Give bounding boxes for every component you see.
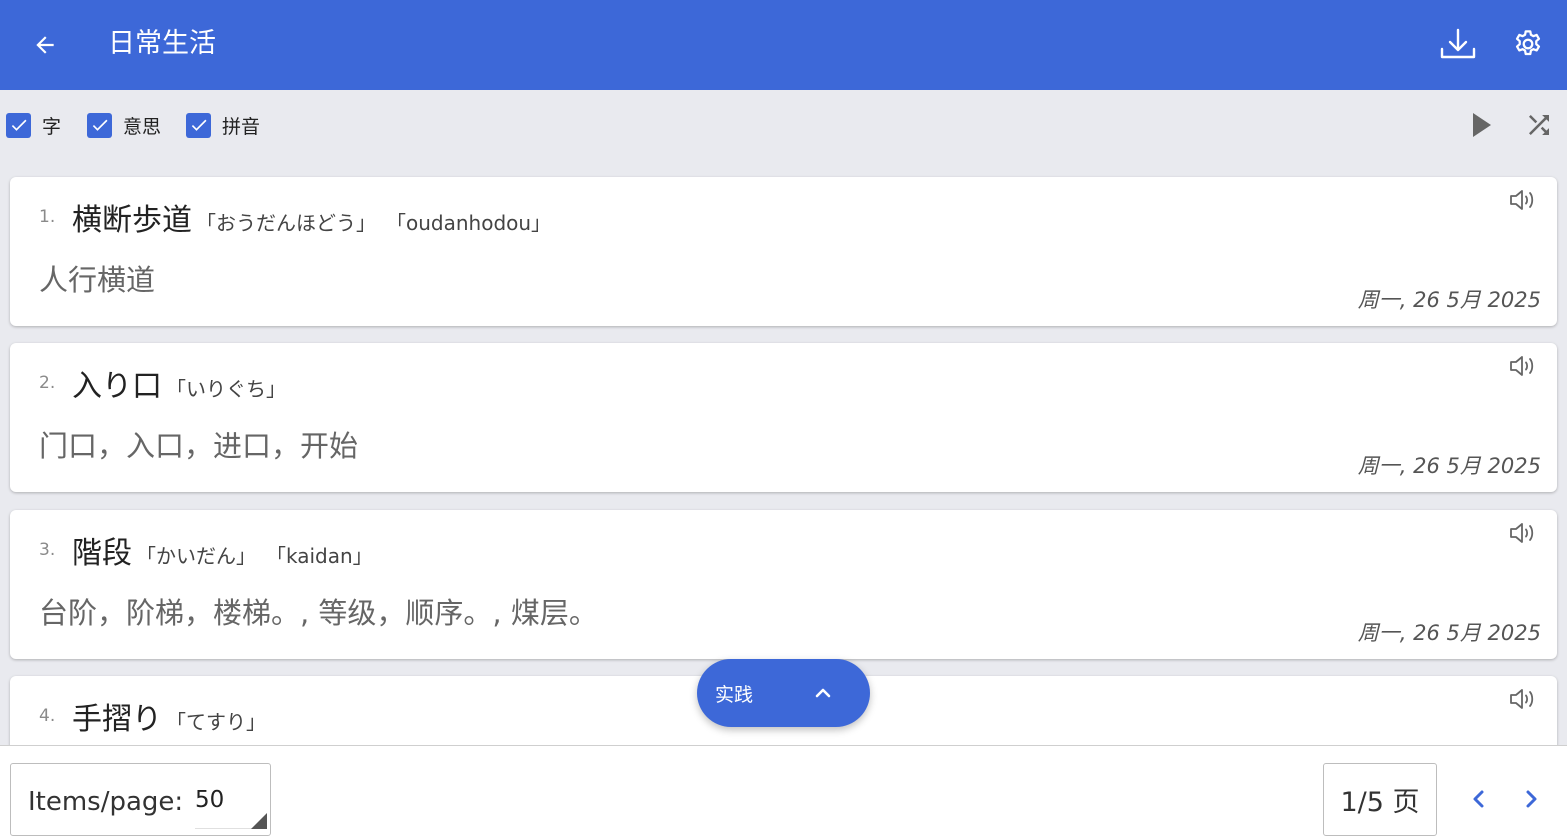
- card-word: 入り口: [72, 369, 162, 404]
- checkbox-label: 意思: [123, 115, 162, 138]
- card-heading: 横断歩道 「おうだんほどう」 「oudanhodou」: [72, 195, 551, 239]
- card-word: 階段: [72, 536, 132, 571]
- card-romaji: 「oudanhodou」: [386, 211, 552, 235]
- items-per-page-input[interactable]: 50: [195, 787, 267, 829]
- card-heading: 階段 「かいだん」 「kaidan」: [72, 528, 373, 572]
- speaker-button[interactable]: [1507, 520, 1539, 546]
- items-per-page-label: Items/page:: [28, 787, 184, 817]
- speaker-icon: [1510, 356, 1534, 376]
- play-icon: [1473, 113, 1491, 137]
- card-date: 周一, 26 5月 2025: [1357, 454, 1541, 478]
- card-meaning: 人行横道: [39, 263, 156, 297]
- chevron-right-icon: [1526, 790, 1537, 808]
- arrow-left-icon: [36, 36, 54, 54]
- checkbox-checked[interactable]: [6, 112, 31, 138]
- speaker-icon: [1510, 523, 1534, 543]
- card-number: 3.: [39, 540, 56, 560]
- next-page-button[interactable]: [1516, 782, 1546, 816]
- shuffle-button[interactable]: [1518, 108, 1560, 142]
- checkbox-checked[interactable]: [87, 112, 112, 138]
- card-word: 手摺り: [72, 702, 162, 737]
- card-date: 周一, 26 5月 2025: [1357, 621, 1541, 645]
- word-card[interactable]: 1. 横断歩道 「おうだんほどう」 「oudanhodou」 人行横道 周一, …: [10, 177, 1557, 326]
- card-number: 2.: [39, 373, 56, 393]
- speaker-icon: [1510, 190, 1534, 210]
- speaker-button[interactable]: [1507, 353, 1539, 379]
- check-icon: [11, 119, 26, 131]
- chevron-left-icon: [1473, 790, 1484, 808]
- card-reading: 「いりぐち」: [166, 377, 286, 401]
- card-heading: 手摺り 「てすり」: [72, 694, 266, 738]
- speaker-button[interactable]: [1507, 187, 1539, 213]
- card-romaji: 「kaidan」: [266, 544, 373, 568]
- items-per-page-value: 50: [195, 787, 225, 813]
- card-reading: 「かいだん」: [136, 544, 256, 568]
- card-meaning: 门口，入口，进口，开始: [39, 429, 359, 463]
- practice-button[interactable]: 实践: [697, 659, 870, 727]
- card-word: 横断歩道: [72, 203, 192, 238]
- speaker-icon: [1510, 689, 1534, 709]
- filter-row: 字 意思 拼音: [0, 100, 1567, 150]
- pagination-bar: Items/page: 50 1/5 页: [0, 745, 1567, 837]
- download-button[interactable]: [1436, 22, 1480, 66]
- card-meaning: 台阶，阶梯，楼梯。, 等级，顺序。, 煤层。: [39, 596, 598, 630]
- items-per-page-field[interactable]: Items/page: 50: [10, 763, 271, 836]
- shuffle-icon: [1529, 115, 1549, 135]
- speaker-button[interactable]: [1507, 686, 1539, 712]
- play-button[interactable]: [1465, 110, 1499, 140]
- checkbox-label: 拼音: [222, 115, 261, 138]
- back-button[interactable]: [24, 24, 66, 66]
- previous-page-button[interactable]: [1464, 782, 1494, 816]
- app-bar: 日常生活: [0, 0, 1567, 90]
- checkbox-checked[interactable]: [186, 112, 211, 138]
- check-icon: [92, 119, 107, 131]
- card-reading: 「おうだんほどう」: [196, 211, 376, 235]
- page-title: 日常生活: [108, 28, 216, 59]
- checkbox-pinyin[interactable]: 拼音: [186, 112, 260, 138]
- chevron-up-icon: [815, 688, 831, 698]
- page-indicator: 1/5 页: [1323, 763, 1437, 836]
- settings-button[interactable]: [1506, 22, 1550, 66]
- word-card[interactable]: 3. 階段 「かいだん」 「kaidan」 台阶，阶梯，楼梯。, 等级，顺序。,…: [10, 510, 1557, 659]
- card-date: 周一, 26 5月 2025: [1357, 288, 1541, 312]
- resize-corner-icon: [251, 813, 267, 829]
- checkbox-label: 字: [42, 115, 62, 138]
- practice-label: 实践: [715, 684, 754, 706]
- card-number: 1.: [39, 207, 56, 227]
- checkbox-word[interactable]: 字: [6, 112, 61, 138]
- checkbox-meaning[interactable]: 意思: [87, 112, 161, 138]
- card-number: 4.: [39, 706, 56, 726]
- word-card[interactable]: 2. 入り口 「いりぐち」 门口，入口，进口，开始 周一, 26 5月 2025: [10, 343, 1557, 492]
- check-icon: [191, 119, 206, 131]
- download-icon: [1440, 28, 1476, 59]
- card-heading: 入り口 「いりぐち」: [72, 361, 286, 405]
- gear-icon: [1515, 30, 1541, 56]
- card-reading: 「てすり」: [166, 710, 266, 734]
